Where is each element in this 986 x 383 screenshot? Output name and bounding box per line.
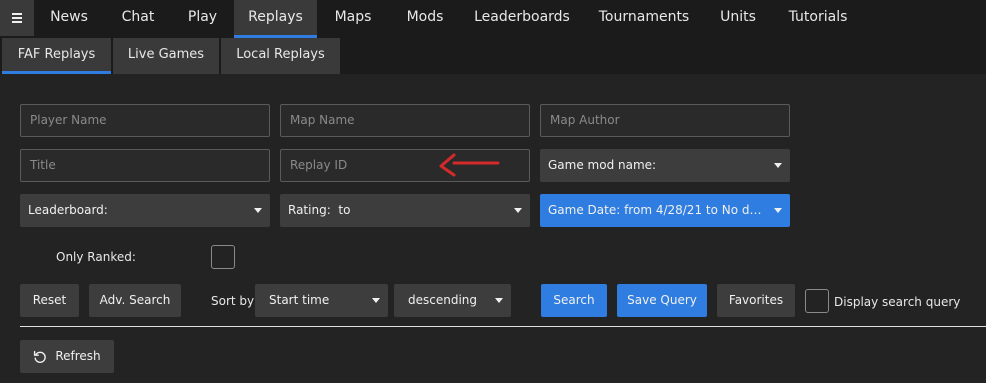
game-date-label: Game Date: from 4/28/21 to No date a... <box>548 203 764 217</box>
tab-news[interactable]: News <box>34 0 104 36</box>
refresh-button[interactable]: Refresh <box>20 340 114 373</box>
sort-field-dropdown[interactable]: Start time <box>255 284 388 317</box>
player-name-input[interactable]: Player Name <box>20 104 270 137</box>
only-ranked-checkbox[interactable] <box>211 245 235 269</box>
tab-play[interactable]: Play <box>172 0 233 36</box>
game-date-dropdown[interactable]: Game Date: from 4/28/21 to No date a... <box>540 194 790 227</box>
reset-button[interactable]: Reset <box>20 284 79 317</box>
leaderboard-label: Leaderboard: <box>28 203 108 217</box>
hamburger-menu-icon[interactable] <box>0 0 34 36</box>
chevron-down-icon <box>495 298 503 303</box>
save-query-button[interactable]: Save Query <box>617 284 707 317</box>
subtab-live-games[interactable]: Live Games <box>113 38 219 74</box>
tab-chat[interactable]: Chat <box>104 0 172 36</box>
chevron-down-icon <box>254 208 262 213</box>
only-ranked-label: Only Ranked: <box>56 250 136 264</box>
sort-order-label: descending <box>408 293 478 307</box>
top-nav: News Chat Play Replays Maps Mods Leaderb… <box>0 0 986 38</box>
map-name-input[interactable]: Map Name <box>280 104 530 137</box>
tab-tutorials[interactable]: Tutorials <box>771 0 865 36</box>
display-search-query-label: Display search query <box>834 295 961 309</box>
game-mod-dropdown[interactable]: Game mod name: <box>540 149 790 182</box>
tab-mods[interactable]: Mods <box>389 0 461 36</box>
search-button[interactable]: Search <box>541 284 607 317</box>
chevron-down-icon <box>774 163 782 168</box>
replay-subtabs: FAF Replays Live Games Local Replays <box>0 38 986 74</box>
tab-replays[interactable]: Replays <box>234 0 317 38</box>
subtab-faf-replays[interactable]: FAF Replays <box>2 38 111 74</box>
chevron-down-icon <box>514 208 522 213</box>
divider <box>20 326 986 327</box>
chevron-down-icon <box>774 208 782 213</box>
sort-field-label: Start time <box>269 293 330 307</box>
tab-leaderboards[interactable]: Leaderboards <box>461 0 583 36</box>
tab-units[interactable]: Units <box>705 0 771 36</box>
subtab-local-replays[interactable]: Local Replays <box>221 38 340 74</box>
favorites-button[interactable]: Favorites <box>717 284 795 317</box>
refresh-icon <box>34 350 47 363</box>
leaderboard-dropdown[interactable]: Leaderboard: <box>20 194 270 227</box>
refresh-label: Refresh <box>55 349 101 363</box>
tab-maps[interactable]: Maps <box>317 0 389 36</box>
tab-tournaments[interactable]: Tournaments <box>583 0 705 36</box>
map-author-input[interactable]: Map Author <box>540 104 790 137</box>
rating-dropdown[interactable]: Rating: to <box>280 194 530 227</box>
title-input[interactable]: Title <box>20 149 270 182</box>
game-mod-label: Game mod name: <box>548 158 657 172</box>
display-search-query-checkbox[interactable] <box>805 289 829 313</box>
adv-search-button[interactable]: Adv. Search <box>89 284 181 317</box>
rating-label: Rating: to <box>288 203 351 217</box>
annotation-arrow-icon <box>439 153 500 177</box>
chevron-down-icon <box>372 298 380 303</box>
sort-order-dropdown[interactable]: descending <box>394 284 511 317</box>
sort-by-label: Sort by <box>211 294 255 308</box>
